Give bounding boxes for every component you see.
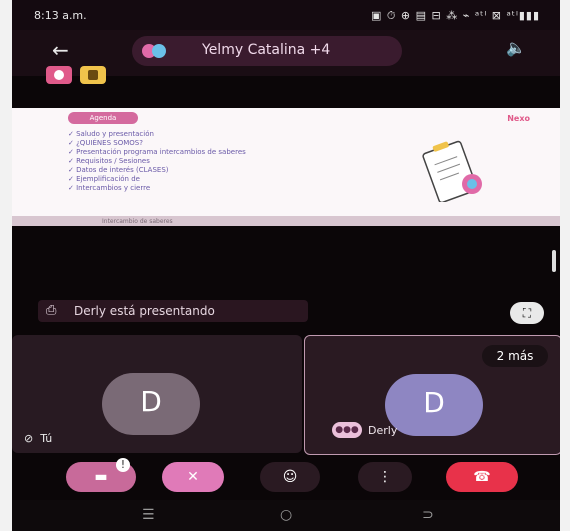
list-item: ✓ Presentación programa intercambios de …: [68, 148, 246, 156]
slide-footer-text: Intercambio de saberes: [102, 218, 173, 225]
participant-avatars: [142, 44, 172, 60]
more-participants-badge[interactable]: 2 más: [482, 345, 548, 367]
status-time: 8:13 a.m.: [34, 9, 87, 22]
camera-warning-badge: !: [116, 458, 130, 472]
shared-presentation: Agenda Nexo ✓ Saludo y presentación ✓ ¿Q…: [12, 108, 560, 226]
status-bar: 8:13 a.m. ▣ ⏱ ⊕ ▤ ⊟ ⁂ ⌁ ᵃᵗˡ ⊠ ᵃᵗˡ▮▮▮: [12, 0, 560, 30]
meeting-chips: [12, 66, 560, 88]
recording-chip[interactable]: [46, 66, 72, 84]
reactions-button[interactable]: ☺: [260, 462, 320, 492]
slide-agenda-badge: Agenda: [68, 112, 138, 124]
avatar: D: [102, 373, 200, 435]
record-icon: [54, 70, 64, 80]
list-item: ✓ Saludo y presentación: [68, 130, 154, 138]
participants-pill[interactable]: Yelmy Catalina +4: [132, 36, 402, 66]
avatar-initial: D: [423, 386, 445, 419]
camera-toggle-button[interactable]: ▬ !: [66, 458, 136, 492]
you-name: Tú: [40, 432, 53, 445]
status-icons: ▣ ⏱ ⊕ ▤ ⊟ ⁂ ⌁ ᵃᵗˡ ⊠ ᵃᵗˡ▮▮▮: [370, 9, 540, 22]
recents-icon[interactable]: ☰: [142, 507, 155, 523]
presenting-banner: ⎙ Derly está presentando: [38, 300, 308, 322]
smile-icon: ☺: [282, 469, 298, 485]
reactions-chip[interactable]: [80, 66, 106, 84]
emoji-icon: [88, 70, 98, 80]
home-icon[interactable]: ○: [280, 507, 292, 523]
avatar: [152, 44, 166, 58]
mic-off-icon: ✕: [187, 469, 199, 485]
speaking-indicator-icon: ●●●: [332, 422, 362, 438]
muted-mic-icon: ⊘: [24, 432, 41, 445]
back-icon[interactable]: ⊃: [422, 507, 434, 523]
more-vert-icon: ⋮: [378, 469, 392, 485]
list-item: ✓ Intercambios y cierre: [68, 184, 151, 192]
derly-name: Derly: [368, 424, 398, 437]
list-item: ✓ Ejemplificación de: [68, 175, 140, 183]
system-nav-bar: ☰ ○ ⊃: [12, 500, 560, 531]
list-item: ✓ Requisitos / Sesiones: [68, 157, 150, 165]
participants-title: Yelmy Catalina +4: [202, 42, 331, 58]
mic-toggle-button[interactable]: ✕: [162, 462, 224, 492]
slide-agenda-list: ✓ Saludo y presentación ✓ ¿QUIÉNES SOMOS…: [68, 130, 388, 193]
avatar: D: [385, 374, 483, 436]
more-options-button[interactable]: ⋮: [358, 462, 412, 492]
phone-screen: 8:13 a.m. ▣ ⏱ ⊕ ▤ ⊟ ⁂ ⌁ ᵃᵗˡ ⊠ ᵃᵗˡ▮▮▮ ← Y…: [12, 0, 560, 531]
call-controls: ▬ ! ✕ ☺ ⋮ ☎: [12, 456, 560, 496]
speaker-icon[interactable]: 🔈: [506, 38, 526, 57]
tile-you-label: ⊘ Tú: [24, 432, 52, 445]
back-arrow-icon[interactable]: ←: [52, 38, 69, 62]
slide-footer: Intercambio de saberes: [12, 216, 560, 226]
clipboard-illustration-icon: [422, 140, 482, 202]
video-camera-icon: ▬: [94, 469, 108, 485]
participant-tile-you[interactable]: D ⊘ Tú: [12, 335, 302, 453]
list-item: ✓ Datos de interés (CLASES): [68, 166, 169, 174]
list-item: ✓ ¿QUIÉNES SOMOS?: [68, 139, 143, 147]
hang-up-button[interactable]: ☎: [446, 462, 518, 492]
slide-logo: Nexo: [507, 114, 530, 123]
hang-up-icon: ☎: [473, 469, 491, 485]
fullscreen-button[interactable]: ⛶: [510, 302, 544, 324]
avatar-initial: D: [140, 385, 162, 418]
presenting-text: Derly está presentando: [74, 304, 215, 318]
scroll-indicator[interactable]: [552, 250, 556, 272]
presenting-mic-icon: ⎙: [46, 303, 57, 318]
